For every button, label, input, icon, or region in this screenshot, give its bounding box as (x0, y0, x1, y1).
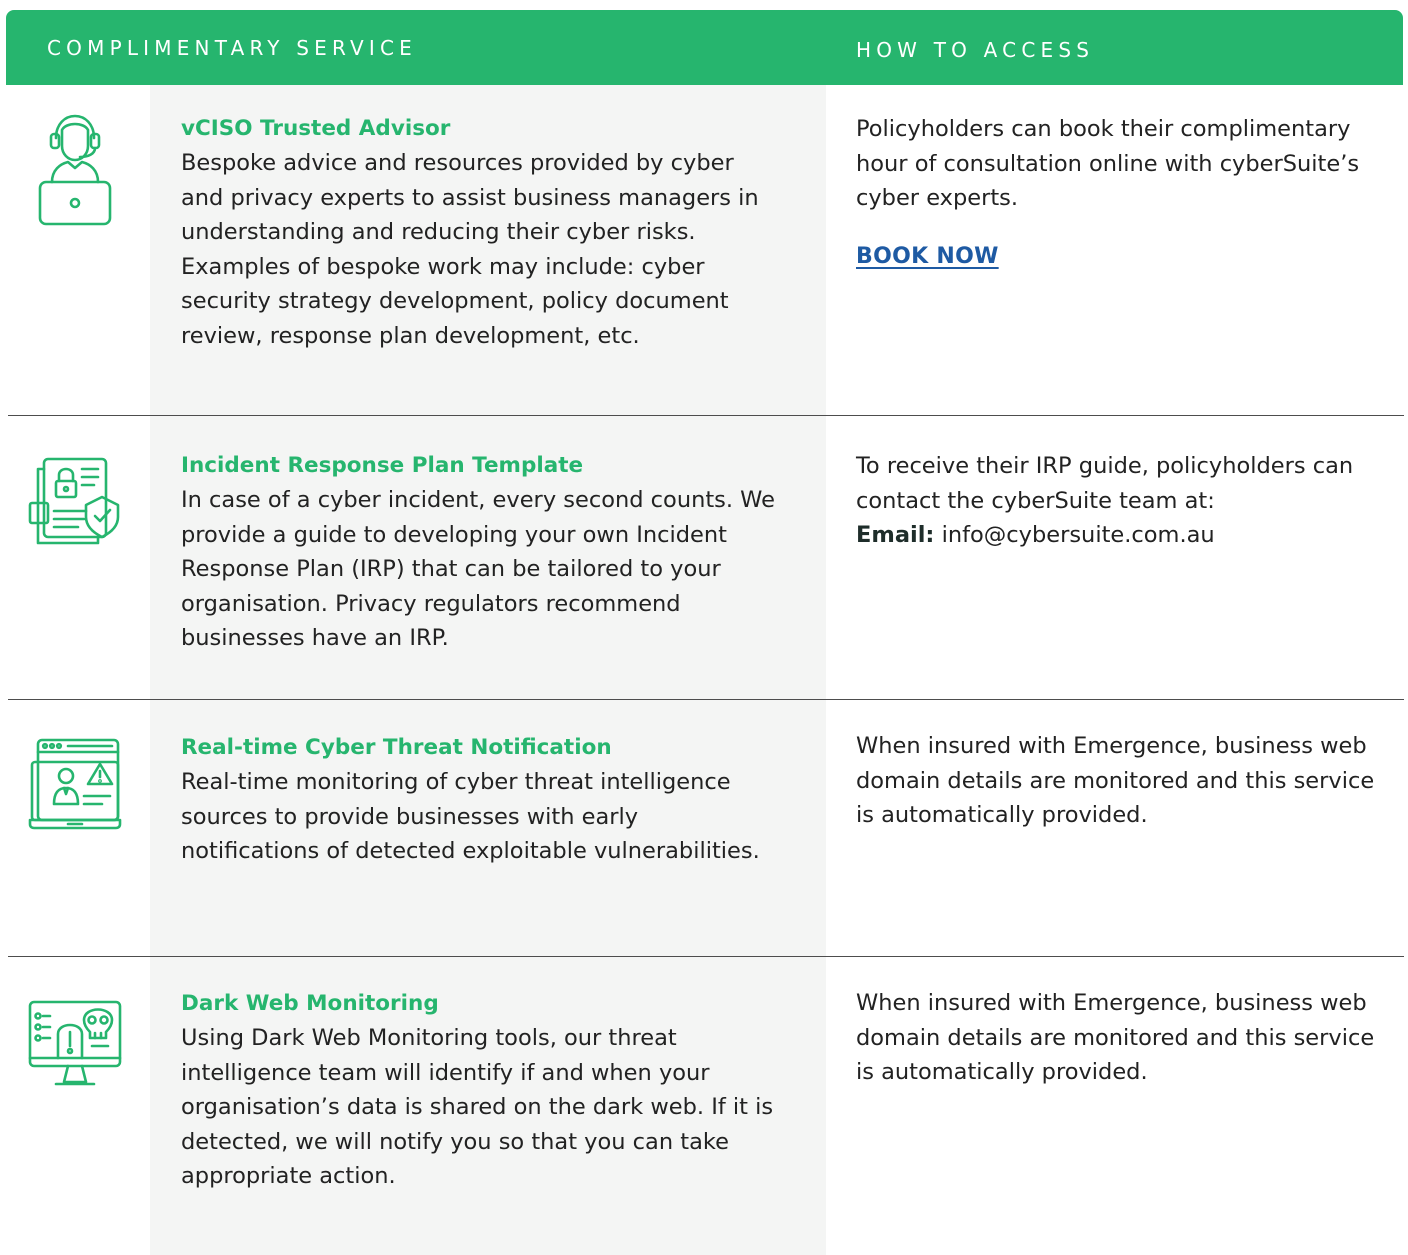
access-info-threat-notification: When insured with Emergence, business we… (856, 729, 1396, 833)
access-info-irp: To receive their IRP guide, policyholder… (856, 449, 1396, 553)
service-description: Real-time monitoring of cyber threat int… (181, 769, 760, 865)
service-row-threat-notification: Real-time Cyber Threat Notification Real… (181, 731, 781, 869)
header-service-label: COMPLIMENTARY SERVICE (47, 36, 417, 60)
service-row-irp: Incident Response Plan Template In case … (181, 449, 781, 656)
advisor-headset-laptop-icon (38, 112, 112, 228)
service-description: In case of a cyber incident, every secon… (181, 487, 775, 652)
access-info-dark-web: When insured with Emergence, business we… (856, 986, 1396, 1090)
service-title: Incident Response Plan Template (181, 453, 584, 478)
header-access-label: HOW TO ACCESS (856, 38, 1095, 62)
table-header: COMPLIMENTARY SERVICE HOW TO ACCESS (6, 10, 1403, 85)
access-info-vciso: Policyholders can book their complimenta… (856, 112, 1396, 274)
access-text: When insured with Emergence, business we… (856, 990, 1375, 1086)
service-title: Dark Web Monitoring (181, 991, 439, 1016)
email-label: Email: (856, 522, 935, 549)
service-row-dark-web: Dark Web Monitoring Using Dark Web Monit… (181, 987, 781, 1194)
service-title: Real-time Cyber Threat Notification (181, 735, 612, 760)
access-text: Policyholders can book their complimenta… (856, 116, 1360, 212)
access-text: When insured with Emergence, business we… (856, 733, 1375, 829)
service-description: Bespoke advice and resources provided by… (181, 150, 759, 349)
row-divider (8, 699, 1404, 700)
row-divider (8, 956, 1404, 957)
dark-web-skull-monitor-icon (28, 994, 122, 1088)
email-value[interactable]: info@cybersuite.com.au (942, 522, 1215, 548)
row-divider (8, 415, 1404, 416)
threat-alert-laptop-icon (28, 738, 122, 832)
service-description: Using Dark Web Monitoring tools, our thr… (181, 1025, 774, 1190)
contact-email-line: Email: info@cybersuite.com.au (856, 518, 1396, 553)
service-title: vCISO Trusted Advisor (181, 116, 451, 141)
access-text: To receive their IRP guide, policyholder… (856, 453, 1354, 514)
book-now-link[interactable]: BOOK NOW (856, 240, 999, 275)
service-row-vciso: vCISO Trusted Advisor Bespoke advice and… (181, 112, 781, 354)
locked-document-shield-icon (28, 455, 122, 549)
